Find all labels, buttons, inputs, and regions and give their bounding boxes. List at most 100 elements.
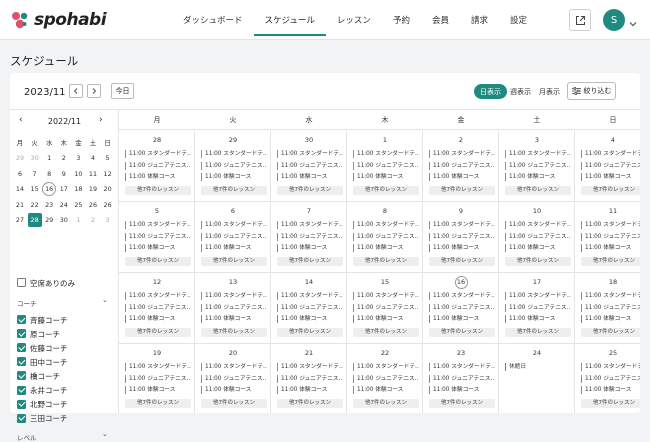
more-lessons-button[interactable]: 他7件のレッスン [353, 257, 419, 266]
calendar-day-cell[interactable]: 24休館日 [499, 344, 575, 413]
mini-day[interactable]: 27 [13, 213, 27, 227]
lesson-event[interactable]: 11:00 ジュニアテニス… [429, 233, 495, 241]
mini-day[interactable]: 8 [42, 167, 56, 181]
mini-day[interactable]: 2 [86, 213, 100, 227]
mini-day[interactable]: 29 [42, 213, 56, 227]
mini-day[interactable]: 1 [71, 213, 85, 227]
lesson-event[interactable]: 11:00 ジュニアテニス… [201, 375, 267, 383]
mini-day[interactable]: 10 [71, 167, 85, 181]
lesson-event[interactable]: 11:00 ジュニアテニス… [277, 375, 343, 383]
more-lessons-button[interactable]: 他7件のレッスン [277, 328, 343, 337]
lesson-event[interactable]: 11:00 体験コース [125, 386, 191, 394]
more-lessons-button[interactable]: 他7件のレッスン [125, 328, 191, 337]
calendar-day-cell[interactable]: 211:00 スタンダードテ…11:00 ジュニアテニス…11:00 体験コース… [423, 131, 499, 202]
lesson-event[interactable]: 11:00 体験コース [581, 386, 640, 394]
mini-day[interactable]: 9 [57, 167, 71, 181]
nav-item[interactable]: 予約 [382, 0, 421, 40]
lesson-event[interactable]: 11:00 ジュニアテニス… [581, 162, 640, 170]
lesson-event[interactable]: 11:00 ジュニアテニス… [581, 233, 640, 241]
mini-day[interactable]: 3 [101, 213, 115, 227]
open-external-button[interactable] [569, 9, 591, 31]
calendar-day-cell[interactable]: 311:00 スタンダードテ…11:00 ジュニアテニス…11:00 体験コース… [499, 131, 575, 202]
mini-day[interactable]: 4 [86, 151, 100, 165]
mini-day[interactable]: 11 [86, 167, 100, 181]
lesson-event[interactable]: 11:00 スタンダードテ… [277, 150, 343, 158]
mini-day[interactable]: 18 [71, 182, 85, 196]
calendar-day-cell[interactable]: 511:00 スタンダードテ…11:00 ジュニアテニス…11:00 体験コース… [119, 202, 195, 273]
lesson-event[interactable]: 11:00 ジュニアテニス… [125, 162, 191, 170]
more-lessons-button[interactable]: 他7件のレッスン [353, 328, 419, 337]
lesson-event[interactable]: 11:00 スタンダードテ… [277, 221, 343, 229]
calendar-day-cell[interactable]: 1011:00 スタンダードテ…11:00 ジュニアテニス…11:00 体験コー… [499, 202, 575, 273]
lesson-event[interactable]: 11:00 スタンダードテ… [429, 292, 495, 300]
coach-checkbox[interactable] [17, 386, 26, 395]
mini-day[interactable]: 14 [13, 182, 27, 196]
lesson-event[interactable]: 11:00 体験コース [429, 244, 495, 252]
lesson-event[interactable]: 11:00 ジュニアテニス… [125, 304, 191, 312]
lesson-event[interactable]: 11:00 体験コース [505, 173, 571, 181]
lesson-event[interactable]: 11:00 体験コース [581, 244, 640, 252]
mini-day[interactable]: 16 [42, 182, 56, 196]
lesson-event[interactable]: 11:00 体験コース [353, 315, 419, 323]
lesson-event[interactable]: 11:00 体験コース [353, 173, 419, 181]
calendar-day-cell[interactable]: 2911:00 スタンダードテ…11:00 ジュニアテニス…11:00 体験コー… [195, 131, 271, 202]
calendar-day-cell[interactable]: 2011:00 スタンダードテ…11:00 ジュニアテニス…11:00 体験コー… [195, 344, 271, 413]
lesson-event[interactable]: 11:00 体験コース [277, 386, 343, 394]
more-lessons-button[interactable]: 他7件のレッスン [505, 328, 571, 337]
mini-day[interactable]: 26 [86, 198, 100, 212]
more-lessons-button[interactable]: 他7件のレッスン [201, 328, 267, 337]
lesson-event[interactable]: 11:00 体験コース [581, 315, 640, 323]
more-lessons-button[interactable]: 他7件のレッスン [429, 328, 495, 337]
lesson-event[interactable]: 11:00 ジュニアテニス… [201, 233, 267, 241]
mini-day[interactable]: 6 [13, 167, 27, 181]
lesson-event[interactable]: 11:00 体験コース [505, 244, 571, 252]
calendar-day-cell[interactable]: 811:00 スタンダードテ…11:00 ジュニアテニス…11:00 体験コース… [347, 202, 423, 273]
calendar-day-cell[interactable]: 411:00 スタンダードテ…11:00 ジュニアテニス…11:00 体験コース… [575, 131, 640, 202]
lesson-event[interactable]: 11:00 スタンダードテ… [581, 150, 640, 158]
lesson-event[interactable]: 11:00 ジュニアテニス… [429, 375, 495, 383]
calendar-day-cell[interactable]: 2311:00 スタンダードテ…11:00 ジュニアテニス…11:00 体験コー… [423, 344, 499, 413]
view-day-button[interactable]: 日表示 [474, 84, 507, 99]
calendar-day-cell[interactable]: 1711:00 スタンダードテ…11:00 ジュニアテニス…11:00 体験コー… [499, 273, 575, 344]
coach-checkbox[interactable] [17, 414, 26, 423]
lesson-event[interactable]: 11:00 体験コース [581, 173, 640, 181]
coach-checkbox[interactable] [17, 371, 26, 380]
lesson-event[interactable]: 11:00 ジュニアテニス… [505, 233, 571, 241]
lesson-event[interactable]: 11:00 ジュニアテニス… [353, 375, 419, 383]
filter-button[interactable]: 絞り込む [567, 82, 616, 100]
mini-day[interactable]: 22 [28, 198, 42, 212]
lesson-event[interactable]: 11:00 ジュニアテニス… [277, 304, 343, 312]
lesson-event[interactable]: 11:00 スタンダードテ… [277, 292, 343, 300]
coach-checkbox[interactable] [17, 400, 26, 409]
nav-item[interactable]: ダッシュボード [172, 0, 254, 40]
mini-day[interactable]: 5 [101, 151, 115, 165]
calendar-day-cell[interactable]: 2811:00 スタンダードテ…11:00 ジュニアテニス…11:00 体験コー… [119, 131, 195, 202]
lesson-event[interactable]: 11:00 体験コース [277, 173, 343, 181]
vacancy-checkbox[interactable] [17, 278, 26, 287]
chevron-down-icon[interactable]: ⌄ [102, 296, 108, 304]
calendar-day-cell[interactable]: 1811:00 スタンダードテ…11:00 ジュニアテニス…11:00 体験コー… [575, 273, 640, 344]
more-lessons-button[interactable]: 他7件のレッスン [429, 257, 495, 266]
lesson-event[interactable]: 11:00 体験コース [125, 315, 191, 323]
mini-day[interactable]: 30 [28, 151, 42, 165]
lesson-event[interactable]: 11:00 体験コース [429, 315, 495, 323]
lesson-event[interactable]: 11:00 体験コース [505, 315, 571, 323]
lesson-event[interactable]: 11:00 スタンダードテ… [505, 221, 571, 229]
mini-day[interactable]: 24 [57, 198, 71, 212]
mini-day[interactable]: 12 [101, 167, 115, 181]
calendar-day-cell[interactable]: 1911:00 スタンダードテ…11:00 ジュニアテニス…11:00 体験コー… [119, 344, 195, 413]
lesson-event[interactable]: 11:00 スタンダードテ… [429, 221, 495, 229]
lesson-event[interactable]: 11:00 スタンダードテ… [581, 363, 640, 371]
lesson-event[interactable]: 11:00 ジュニアテニス… [353, 304, 419, 312]
mini-day[interactable]: 15 [28, 182, 42, 196]
lesson-event[interactable]: 11:00 ジュニアテニス… [125, 233, 191, 241]
mini-day[interactable]: 20 [101, 182, 115, 196]
nav-item[interactable]: スケジュール [254, 0, 326, 40]
coach-checkbox[interactable] [17, 343, 26, 352]
calendar-day-cell[interactable]: 611:00 スタンダードテ…11:00 ジュニアテニス…11:00 体験コース… [195, 202, 271, 273]
lesson-event[interactable]: 11:00 ジュニアテニス… [581, 375, 640, 383]
avatar[interactable]: S [603, 9, 625, 31]
nav-item[interactable]: 設定 [499, 0, 538, 40]
more-lessons-button[interactable]: 他7件のレッスン [201, 257, 267, 266]
mini-day[interactable]: 23 [42, 198, 56, 212]
